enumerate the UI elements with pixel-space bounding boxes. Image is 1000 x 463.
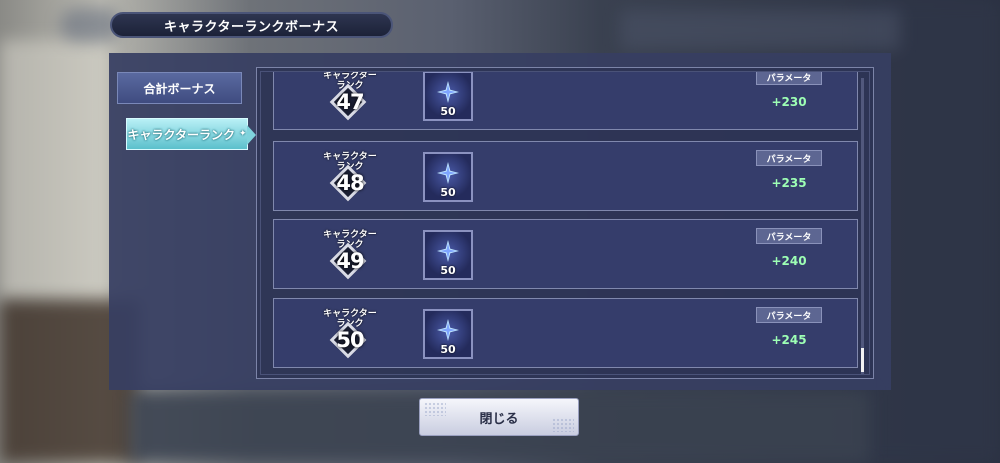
rank-bonus-list[interactable]: キャラクター ランク 47 50 パラメータ +230 キャラクター ランク 4… — [256, 67, 874, 379]
rank-number: 50 — [336, 328, 364, 352]
star-crystal-icon — [437, 81, 459, 103]
parameter-label: パラメータ — [756, 307, 822, 323]
close-button-label: 閉じる — [479, 411, 519, 427]
tab-character-rank[interactable]: キャラクターランク ✦ — [126, 118, 256, 150]
tab-character-rank-label: キャラクターランク — [127, 127, 235, 142]
dot-pattern-decoration — [552, 418, 574, 432]
tab-total-bonus-label: 合計ボーナス — [143, 81, 216, 96]
reward-item[interactable]: 50 — [423, 309, 473, 359]
rank-caption: キャラクター — [323, 152, 377, 162]
list-item: キャラクター ランク 50 50 パラメータ +245 — [273, 298, 858, 368]
parameter-label: パラメータ — [756, 72, 822, 85]
rank-number: 49 — [336, 249, 364, 273]
parameter-bonus: +235 — [771, 176, 807, 190]
list-item: キャラクター ランク 49 50 パラメータ +240 — [273, 219, 858, 289]
reward-item[interactable]: 50 — [423, 72, 473, 121]
parameter-bonus: +245 — [771, 333, 807, 347]
list-item: キャラクター ランク 47 50 パラメータ +230 — [273, 71, 858, 130]
star-crystal-icon — [437, 162, 459, 184]
star-crystal-icon — [437, 240, 459, 262]
tab-total-bonus[interactable]: 合計ボーナス — [117, 72, 242, 104]
close-button[interactable]: 閉じる — [419, 398, 579, 436]
item-quantity: 50 — [440, 186, 456, 199]
item-quantity: 50 — [440, 343, 456, 356]
parameter-label: パラメータ — [756, 228, 822, 244]
rank-badge: キャラクター ランク 49 — [320, 227, 380, 287]
rank-badge: キャラクター ランク 50 — [320, 306, 380, 366]
reward-item[interactable]: 50 — [423, 230, 473, 280]
list-item: キャラクター ランク 48 50 パラメータ +235 — [273, 141, 858, 211]
rank-badge: キャラクター ランク 48 — [320, 149, 380, 209]
dialog-title: キャラクターランクボーナス — [110, 12, 393, 38]
reward-item[interactable]: 50 — [423, 152, 473, 202]
rank-caption: キャラクター — [323, 309, 377, 319]
parameter-bonus: +230 — [771, 95, 807, 109]
scrollbar-thumb[interactable] — [861, 348, 864, 372]
item-quantity: 50 — [440, 105, 456, 118]
rank-number: 48 — [336, 171, 364, 195]
scrollbar-track[interactable] — [861, 78, 864, 374]
rank-badge: キャラクター ランク 47 — [320, 71, 380, 128]
parameter-bonus: +240 — [771, 254, 807, 268]
sparkle-icon: ✦ — [238, 129, 247, 139]
dot-pattern-decoration — [424, 402, 446, 416]
parameter-label: パラメータ — [756, 150, 822, 166]
rank-caption: キャラクター — [323, 71, 377, 81]
item-quantity: 50 — [440, 264, 456, 277]
rank-caption: キャラクター — [323, 230, 377, 240]
star-crystal-icon — [437, 319, 459, 341]
rank-number: 47 — [336, 90, 364, 114]
